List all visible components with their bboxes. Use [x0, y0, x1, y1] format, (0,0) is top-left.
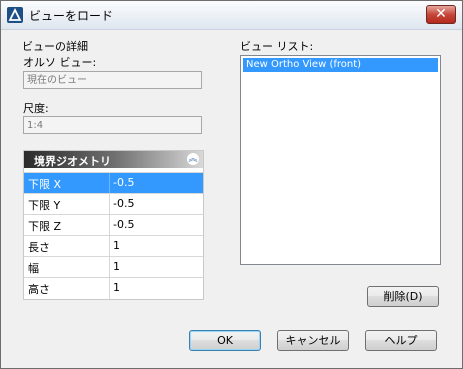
- property-key: 下限 Z: [28, 220, 62, 233]
- help-button[interactable]: ヘルプ: [365, 330, 437, 351]
- column-divider: [109, 173, 110, 194]
- boundary-geometry-header[interactable]: 境界ジオメトリ ︽: [24, 151, 203, 168]
- property-row-min-y[interactable]: 下限 Y -0.5: [24, 193, 203, 215]
- scale-field: 1:4: [23, 116, 202, 134]
- column-divider: [109, 194, 110, 215]
- title-bar: ビューをロード ✕: [1, 1, 462, 30]
- view-details-group-label: ビューの詳細: [22, 40, 88, 53]
- autocad-app-icon: [7, 7, 23, 23]
- property-key: 下限 X: [28, 178, 62, 191]
- window-title: ビューをロード: [29, 9, 114, 23]
- view-list[interactable]: New Ortho View (front): [240, 55, 441, 265]
- delete-button[interactable]: 削除(D): [367, 286, 439, 307]
- scale-label: 尺度:: [23, 102, 49, 115]
- view-list-label: ビュー リスト:: [240, 40, 314, 53]
- load-view-dialog: ビューをロード ✕ ビューの詳細 オルソ ビュー: 現在のビュー 尺度: 1:4…: [0, 0, 463, 369]
- ok-button[interactable]: OK: [189, 330, 261, 351]
- property-value: -0.5: [113, 197, 135, 210]
- column-divider: [109, 215, 110, 236]
- property-value: 1: [113, 260, 120, 273]
- close-button[interactable]: ✕: [426, 5, 456, 24]
- property-row-height[interactable]: 高さ 1: [24, 277, 203, 299]
- close-icon: ✕: [435, 6, 447, 22]
- property-key: 下限 Y: [28, 199, 61, 212]
- column-divider: [109, 278, 110, 299]
- property-row-min-z[interactable]: 下限 Z -0.5: [24, 214, 203, 236]
- property-value: -0.5: [113, 176, 135, 189]
- property-value: 1: [113, 281, 120, 294]
- property-value: 1: [113, 239, 120, 252]
- column-divider: [109, 236, 110, 257]
- property-row-width[interactable]: 幅 1: [24, 256, 203, 278]
- property-value: -0.5: [113, 218, 135, 231]
- column-divider: [109, 257, 110, 278]
- collapse-icon[interactable]: ︽: [187, 153, 199, 165]
- property-key: 長さ: [28, 241, 50, 254]
- list-item[interactable]: New Ortho View (front): [243, 58, 438, 72]
- property-row-length[interactable]: 長さ 1: [24, 235, 203, 257]
- property-key: 高さ: [28, 283, 50, 296]
- ortho-view-label: オルソ ビュー:: [23, 56, 97, 69]
- boundary-geometry-panel: 境界ジオメトリ ︽ 下限 X -0.5 下限 Y -0.5 下限 Z -0.5 …: [23, 150, 204, 300]
- boundary-geometry-title: 境界ジオメトリ: [34, 155, 111, 168]
- ortho-view-field: 現在のビュー: [23, 71, 202, 89]
- cancel-button[interactable]: キャンセル: [277, 330, 349, 351]
- property-key: 幅: [28, 262, 39, 275]
- property-row-min-x[interactable]: 下限 X -0.5: [24, 172, 203, 194]
